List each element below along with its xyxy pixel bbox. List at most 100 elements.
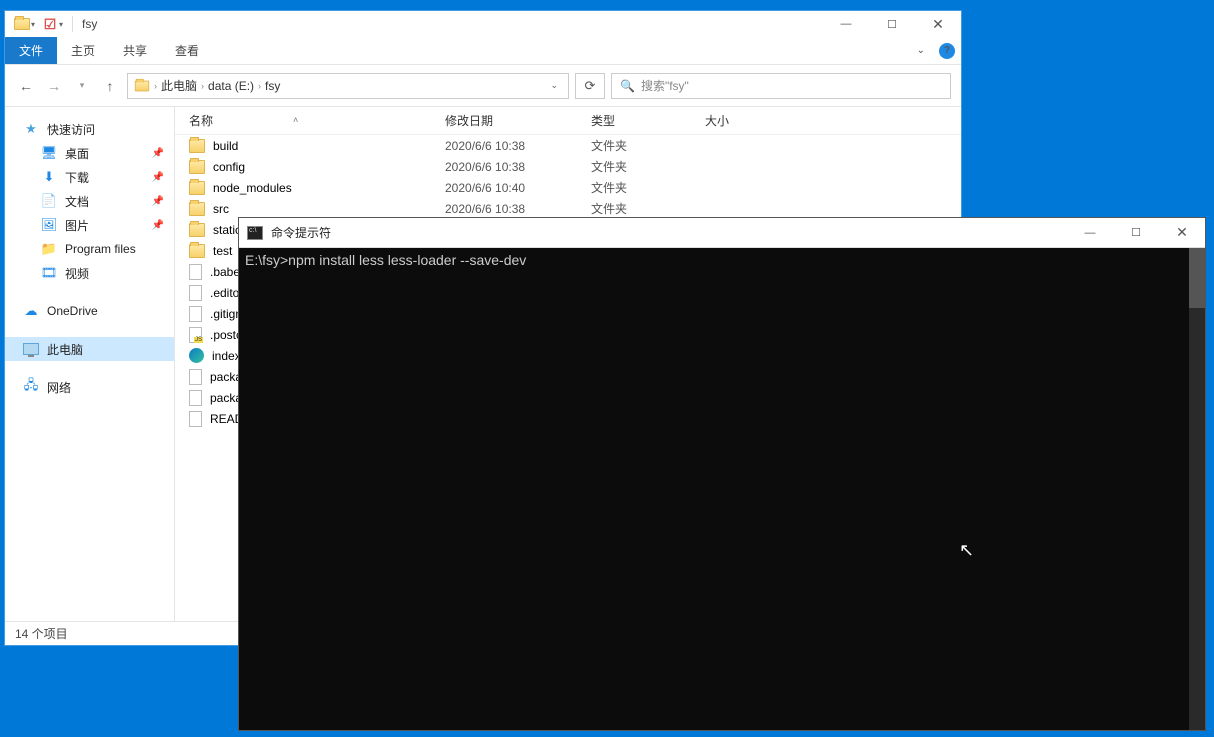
file-icon <box>189 264 202 280</box>
sidebar-network[interactable]: 🖧 网络 <box>5 375 174 399</box>
sidebar-onedrive[interactable]: ☁ OneDrive <box>5 299 174 323</box>
sidebar-item-label: 视频 <box>65 265 89 282</box>
cmd-title-text: 命令提示符 <box>271 224 331 241</box>
explorer-titlebar[interactable]: ▾ ☑ ▾ fsy — ☐ ✕ <box>5 11 961 37</box>
file-icon <box>189 390 202 406</box>
help-icon[interactable]: ? <box>939 43 955 59</box>
sidebar-item-文档[interactable]: 📄文档📌 <box>5 189 174 213</box>
qat-folder-icon[interactable] <box>11 13 33 35</box>
address-dropdown-icon[interactable]: ⌄ <box>550 80 562 91</box>
window-controls: — ☐ ✕ <box>823 11 961 37</box>
folder-icon <box>189 244 205 258</box>
sidebar-item-图片[interactable]: 🖼图片📌 <box>5 213 174 237</box>
folder-icon <box>189 181 205 195</box>
file-name: test <box>213 244 232 258</box>
monitor-icon <box>23 341 39 357</box>
file-type: 文件夹 <box>591 158 705 175</box>
search-input[interactable]: 🔍 搜索"fsy" <box>611 73 951 99</box>
js-icon <box>189 327 202 343</box>
star-icon: ★ <box>23 121 39 137</box>
file-row[interactable]: src 2020/6/6 10:38文件夹 <box>175 198 961 219</box>
ribbon-expand-icon[interactable]: ⌄ <box>917 45 925 56</box>
ribbon: 文件 主页 共享 查看 ⌄ ? <box>5 37 961 65</box>
cmd-titlebar[interactable]: 命令提示符 — ☐ ✕ <box>239 218 1205 248</box>
sidebar-item-label: 桌面 <box>65 145 89 162</box>
sidebar-item-label: 文档 <box>65 193 89 210</box>
col-name[interactable]: 名称 ˄ <box>189 112 445 129</box>
cmd-window: 命令提示符 — ☐ ✕ E:\fsy>npm install less less… <box>238 217 1206 731</box>
pin-icon: 📌 <box>152 148 164 159</box>
file-row[interactable]: config2020/6/6 10:38文件夹 <box>175 156 961 177</box>
file-name: config <box>213 160 245 174</box>
file-date: 2020/6/6 10:38 <box>445 202 591 216</box>
file-row[interactable]: build2020/6/6 10:38文件夹 <box>175 135 961 156</box>
breadcrumb-thispc[interactable]: 此电脑 <box>161 77 197 94</box>
address-bar[interactable]: › 此电脑 › data (E:) › fsy ⌄ <box>127 73 569 99</box>
file-name: static <box>213 223 241 237</box>
qat-dropdown2-icon[interactable]: ▾ <box>59 20 67 29</box>
nav-up-button[interactable]: ↑ <box>99 78 121 94</box>
search-icon: 🔍 <box>620 79 635 93</box>
close-button[interactable]: ✕ <box>915 11 961 37</box>
chevron-right-icon[interactable]: › <box>258 81 261 91</box>
chevron-right-icon[interactable]: › <box>201 81 204 91</box>
breadcrumb-drive[interactable]: data (E:) <box>208 79 254 93</box>
file-icon <box>189 411 202 427</box>
file-type: 文件夹 <box>591 200 705 217</box>
cmd-scrollbar[interactable] <box>1189 248 1205 730</box>
cmd-maximize-button[interactable]: ☐ <box>1113 218 1159 248</box>
file-name: src <box>213 202 229 216</box>
qat-properties-icon[interactable]: ☑ <box>39 13 61 35</box>
pin-icon: 📌 <box>152 220 164 231</box>
nav-row: ← → ▾ ↑ › 此电脑 › data (E:) › fsy ⌄ ⟳ 🔍 搜索… <box>5 65 961 107</box>
sidebar-item-label: 下载 <box>65 169 89 186</box>
file-name: node_modules <box>213 181 292 195</box>
sidebar-item-Program files[interactable]: 📁Program files <box>5 237 174 261</box>
folder-icon <box>189 139 205 153</box>
sidebar-item-下载[interactable]: ⬇ 下载 📌 <box>5 165 174 189</box>
nav-recent-dropdown[interactable]: ▾ <box>71 80 93 91</box>
qat-dropdown-icon[interactable]: ▾ <box>31 20 39 29</box>
maximize-button[interactable]: ☐ <box>869 11 915 37</box>
sidebar-item-视频[interactable]: 🎞 视频 <box>5 261 174 285</box>
cmd-close-button[interactable]: ✕ <box>1159 218 1205 248</box>
col-date[interactable]: 修改日期 <box>445 112 591 129</box>
minimize-button[interactable]: — <box>823 11 869 37</box>
cmd-line: E:\fsy>npm install less less-loader --sa… <box>245 252 526 268</box>
sidebar-item-label: Program files <box>65 242 136 256</box>
sidebar-this-pc[interactable]: 此电脑 <box>5 337 174 361</box>
sidebar-item-桌面[interactable]: 🖥桌面📌 <box>5 141 174 165</box>
breadcrumb-folder[interactable]: fsy <box>265 79 280 93</box>
col-size[interactable]: 大小 <box>705 112 785 129</box>
sidebar-quick-access[interactable]: ★ 快速访问 <box>5 117 174 141</box>
search-placeholder: 搜索"fsy" <box>641 77 689 94</box>
file-icon <box>189 306 202 322</box>
ribbon-tab-view[interactable]: 查看 <box>161 37 213 64</box>
folder-icon <box>189 160 205 174</box>
download-icon: ⬇ <box>41 169 57 185</box>
refresh-button[interactable]: ⟳ <box>575 73 605 99</box>
video-icon: 🎞 <box>41 265 57 281</box>
nav-forward-button[interactable]: → <box>43 78 65 94</box>
file-type: 文件夹 <box>591 137 705 154</box>
file-name: build <box>213 139 238 153</box>
ribbon-tab-home[interactable]: 主页 <box>57 37 109 64</box>
edge-icon <box>189 348 204 363</box>
sort-asc-icon: ˄ <box>293 115 298 125</box>
file-date: 2020/6/6 10:40 <box>445 181 591 195</box>
status-text: 14 个项目 <box>15 625 68 642</box>
cmd-minimize-button[interactable]: — <box>1067 218 1113 248</box>
pin-icon: 📌 <box>152 196 164 207</box>
address-folder-icon <box>135 80 149 91</box>
chevron-right-icon[interactable]: › <box>154 81 157 91</box>
nav-back-button[interactable]: ← <box>15 78 37 94</box>
file-row[interactable]: node_modules 2020/6/6 10:40文件夹 <box>175 177 961 198</box>
ribbon-file-tab[interactable]: 文件 <box>5 37 57 64</box>
ribbon-tab-share[interactable]: 共享 <box>109 37 161 64</box>
file-type: 文件夹 <box>591 179 705 196</box>
col-type[interactable]: 类型 <box>591 112 705 129</box>
cmd-terminal[interactable]: E:\fsy>npm install less less-loader --sa… <box>239 248 1205 730</box>
cmd-icon <box>247 226 263 240</box>
pin-icon: 📌 <box>152 172 164 183</box>
window-title: fsy <box>82 17 97 31</box>
